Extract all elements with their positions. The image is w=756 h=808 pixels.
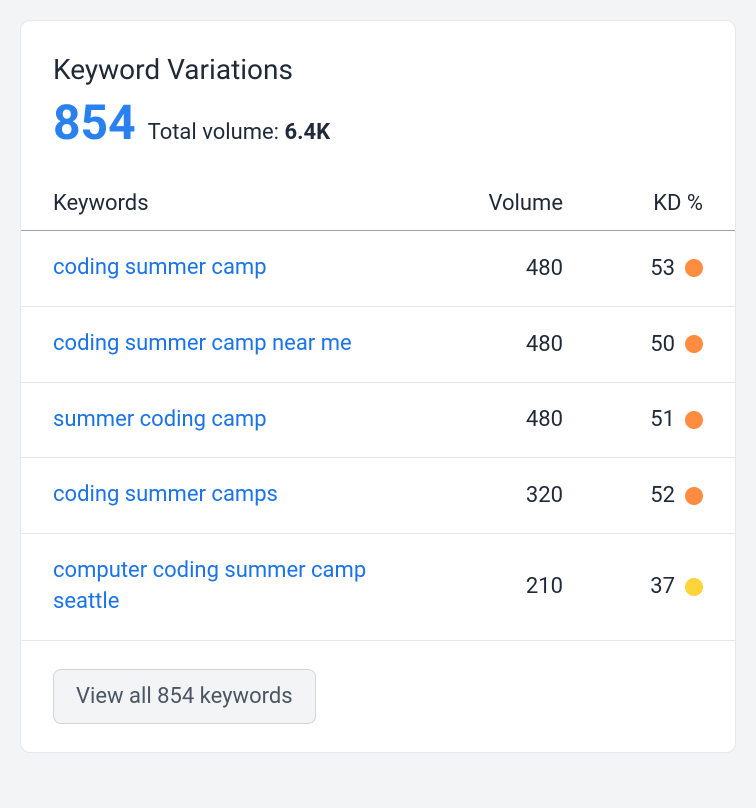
keyword-link[interactable]: coding summer camp near me	[53, 329, 423, 360]
volume-cell: 480	[423, 256, 563, 281]
kd-difficulty-icon	[685, 578, 703, 596]
keyword-link[interactable]: summer coding camp	[53, 405, 423, 436]
keyword-link[interactable]: coding summer camp	[53, 253, 423, 284]
keyword-link[interactable]: computer coding summer camp seattle	[53, 556, 423, 618]
kd-difficulty-icon	[685, 259, 703, 277]
keyword-count: 854	[53, 94, 136, 151]
keyword-link[interactable]: coding summer camps	[53, 480, 423, 511]
kd-cell: 37	[563, 574, 703, 599]
card-header: Keyword Variations 854 Total volume: 6.4…	[21, 53, 735, 151]
table-row: computer coding summer camp seattle 210 …	[21, 534, 735, 641]
kd-value: 52	[650, 483, 675, 508]
volume-label: Total volume: 6.4K	[148, 120, 330, 145]
kd-difficulty-icon	[685, 411, 703, 429]
kd-difficulty-icon	[685, 487, 703, 505]
kd-cell: 52	[563, 483, 703, 508]
kd-value: 53	[650, 256, 675, 281]
volume-cell: 210	[423, 574, 563, 599]
table-row: coding summer camp 480 53	[21, 231, 735, 307]
table-row: summer coding camp 480 51	[21, 383, 735, 459]
table-header: Keywords Volume KD %	[21, 191, 735, 231]
view-all-button[interactable]: View all 854 keywords	[53, 669, 316, 724]
column-keywords: Keywords	[53, 191, 423, 216]
kd-value: 50	[650, 332, 675, 357]
table-row: coding summer camp near me 480 50	[21, 307, 735, 383]
kd-cell: 53	[563, 256, 703, 281]
column-volume: Volume	[423, 191, 563, 216]
table-row: coding summer camps 320 52	[21, 458, 735, 534]
kd-difficulty-icon	[685, 335, 703, 353]
kd-cell: 51	[563, 407, 703, 432]
column-kd: KD %	[563, 191, 703, 216]
kd-cell: 50	[563, 332, 703, 357]
stats-row: 854 Total volume: 6.4K	[53, 94, 703, 151]
volume-value: 6.4K	[284, 120, 330, 145]
kd-value: 51	[650, 407, 675, 432]
card-footer: View all 854 keywords	[21, 641, 735, 724]
keyword-variations-card: Keyword Variations 854 Total volume: 6.4…	[20, 20, 736, 753]
kd-value: 37	[650, 574, 675, 599]
card-title: Keyword Variations	[53, 53, 703, 86]
volume-cell: 320	[423, 483, 563, 508]
keywords-table: Keywords Volume KD % coding summer camp …	[21, 191, 735, 641]
volume-cell: 480	[423, 407, 563, 432]
volume-cell: 480	[423, 332, 563, 357]
